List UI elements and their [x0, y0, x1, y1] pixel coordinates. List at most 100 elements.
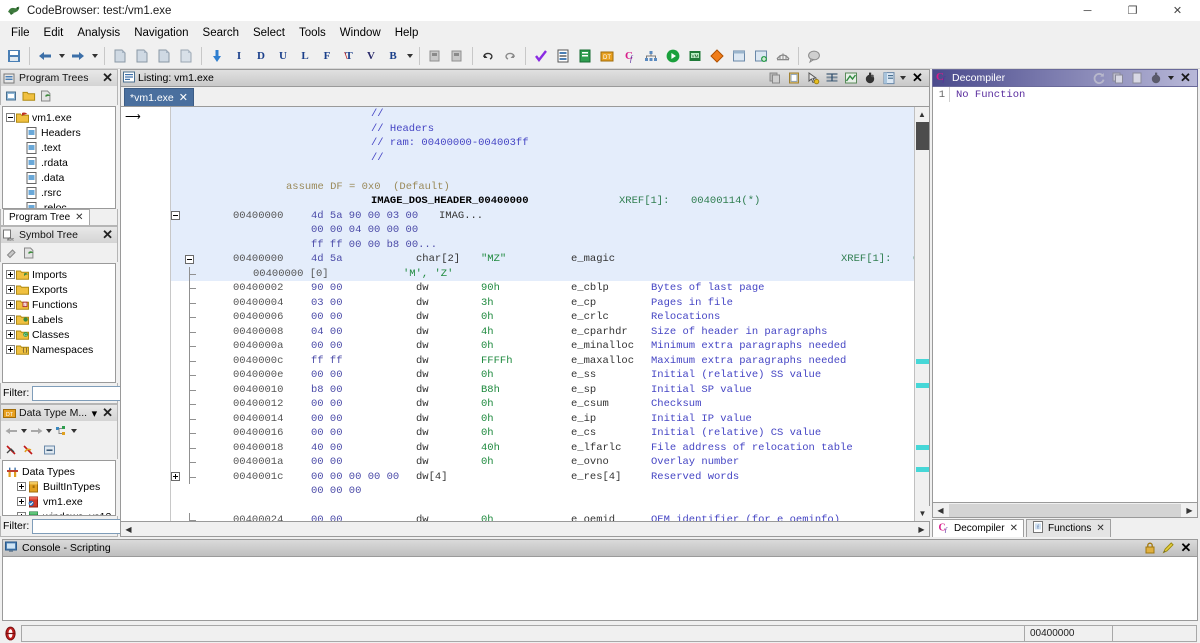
new-symbol-icon[interactable]: [20, 244, 37, 261]
listing-field[interactable]: 0h: [481, 426, 494, 441]
listing-field[interactable]: e_minalloc: [571, 339, 634, 354]
listing-field[interactable]: Size of header in paragraphs: [651, 325, 827, 340]
data-type-manager-icon[interactable]: DT: [597, 46, 617, 66]
listing-row[interactable]: //: [171, 107, 914, 122]
snapshot-listing-icon[interactable]: [841, 70, 860, 87]
tab-close-icon[interactable]: ✕: [179, 91, 188, 104]
listing-field[interactable]: XREF[1]:: [619, 194, 669, 209]
listing-field[interactable]: e_magic: [571, 252, 615, 267]
data-icon[interactable]: D: [251, 46, 271, 66]
listing-field[interactable]: Initial (relative) SS value: [651, 368, 821, 383]
listing-field[interactable]: dw: [416, 368, 429, 383]
listing-field[interactable]: 00400000: [233, 252, 283, 267]
bookmark-icon[interactable]: B: [383, 46, 403, 66]
listing-field[interactable]: 00 00: [311, 397, 343, 412]
forward-dropdown-icon[interactable]: [90, 46, 99, 66]
menu-edit[interactable]: Edit: [37, 25, 71, 41]
listing-row[interactable]: assume DF = 0x0 (Default): [171, 180, 914, 195]
symbol-tree-close-icon[interactable]: ✕: [100, 229, 115, 241]
save-icon[interactable]: [4, 46, 24, 66]
snapshot-icon[interactable]: [425, 46, 445, 66]
listing-field[interactable]: e_oemid: [571, 513, 615, 521]
listing-field[interactable]: e_cs: [571, 426, 596, 441]
listing-row[interactable]: 0040000600 00dw0he_crlcRelocations: [171, 310, 914, 325]
menu-analysis[interactable]: Analysis: [70, 25, 127, 41]
listing-field[interactable]: e_ss: [571, 368, 596, 383]
decompiler-hscrollbar[interactable]: ◀ ▶: [932, 503, 1198, 518]
listing-field[interactable]: 00400004: [233, 296, 283, 311]
scroll-right-button[interactable]: ▶: [914, 523, 929, 536]
listing-field[interactable]: 00 00: [311, 310, 343, 325]
paste-page-icon[interactable]: [132, 46, 152, 66]
listing-field[interactable]: Checksum: [651, 397, 701, 412]
listing-field[interactable]: 0040001c: [233, 470, 283, 485]
listing-row[interactable]: 0040001a00 00dw0he_ovnoOverlay number: [171, 455, 914, 470]
listing-field[interactable]: dw[4]: [416, 470, 448, 485]
listing-field[interactable]: 00 00: [311, 412, 343, 427]
listing-field[interactable]: Initial (relative) CS value: [651, 426, 821, 441]
help-balloon-icon[interactable]: [804, 46, 824, 66]
listing-field[interactable]: 40h: [481, 441, 500, 456]
scroll-thumb[interactable]: [916, 122, 929, 150]
listing-field[interactable]: Initial SP value: [651, 383, 752, 398]
tree-item-namespaces[interactable]: {} Namespaces: [3, 342, 115, 357]
copy-icon[interactable]: [765, 70, 784, 87]
listing-field[interactable]: 00400002: [233, 281, 283, 296]
listing-field[interactable]: 3h: [481, 296, 494, 311]
listing-field[interactable]: dw: [416, 412, 429, 427]
scroll-left-button[interactable]: ◀: [933, 504, 948, 517]
listing-row[interactable]: 0040000a00 00dw0he_minallocMinimum extra…: [171, 339, 914, 354]
create-folder-icon[interactable]: [3, 87, 20, 104]
expand-toggle-icon[interactable]: [17, 497, 26, 506]
label-icon[interactable]: L: [295, 46, 315, 66]
decomp-dropdown-icon[interactable]: [1165, 70, 1176, 87]
listing-row[interactable]: 0040000403 00dw3he_cpPages in file: [171, 296, 914, 311]
listing-field[interactable]: 00400018: [233, 441, 283, 456]
close-listing-icon[interactable]: ✕: [908, 70, 927, 87]
listing-row[interactable]: 0040000e00 00dw0he_ssInitial (relative) …: [171, 368, 914, 383]
back-dropdown-icon[interactable]: [57, 46, 66, 66]
menu-tools[interactable]: Tools: [292, 25, 333, 41]
listing-field[interactable]: Bytes of last page: [651, 281, 764, 296]
redo-icon[interactable]: [500, 46, 520, 66]
tab-close-icon[interactable]: ✕: [75, 212, 83, 223]
dtm-collapse-icon[interactable]: [41, 441, 58, 458]
debugger-icon[interactable]: VM: [685, 46, 705, 66]
listing-field[interactable]: 0h: [481, 339, 494, 354]
run-icon[interactable]: [663, 46, 683, 66]
listing-field[interactable]: dw: [416, 339, 429, 354]
dtm-forward-dropdown-icon[interactable]: [45, 422, 53, 439]
listing-row[interactable]: 00400010b8 00dwB8he_spInitial SP value: [171, 383, 914, 398]
dtm-clear-filter-icon[interactable]: [20, 441, 37, 458]
listing-field[interactable]: dw: [416, 397, 429, 412]
hover-lock-icon[interactable]: [860, 70, 879, 87]
menu-search[interactable]: Search: [196, 25, 246, 41]
lock-icon[interactable]: [1141, 540, 1159, 557]
diff-view-icon[interactable]: [822, 70, 841, 87]
listing-content[interactable]: //// Headers// ram: 00400000-004003ff//a…: [171, 107, 914, 521]
listing-field[interactable]: 00400006: [233, 310, 283, 325]
expand-toggle-icon[interactable]: [6, 270, 15, 279]
listing-row[interactable]: 0040000290 00dw90he_cblpBytes of last pa…: [171, 281, 914, 296]
tree-item-exports[interactable]: Exports: [3, 282, 115, 297]
call-tree-icon[interactable]: [641, 46, 661, 66]
maximize-button[interactable]: ❐: [1110, 0, 1155, 22]
listing-field[interactable]: 4d 5a: [311, 252, 343, 267]
dtm-exclude-icon[interactable]: [3, 441, 20, 458]
expand-toggle-icon[interactable]: [6, 330, 15, 339]
program-tree-new-icon[interactable]: [37, 87, 54, 104]
listing-field[interactable]: 00400010: [233, 383, 283, 398]
menu-help[interactable]: Help: [388, 25, 426, 41]
listing-field[interactable]: Pages in file: [651, 296, 733, 311]
page-icon[interactable]: [176, 46, 196, 66]
listing-field[interactable]: 0h: [481, 368, 494, 383]
tree-item-headers[interactable]: Headers: [3, 125, 115, 140]
dtm-filter-icon[interactable]: [53, 422, 70, 439]
listing-field[interactable]: //: [371, 107, 384, 122]
scroll-left-button[interactable]: ◀: [121, 523, 136, 536]
select-cursor-icon[interactable]: [803, 70, 822, 87]
hscroll-track[interactable]: [136, 523, 914, 536]
copy-page-icon[interactable]: [110, 46, 130, 66]
collapse-toggle-icon[interactable]: [171, 211, 180, 220]
scroll-up-button[interactable]: ▲: [915, 107, 929, 122]
